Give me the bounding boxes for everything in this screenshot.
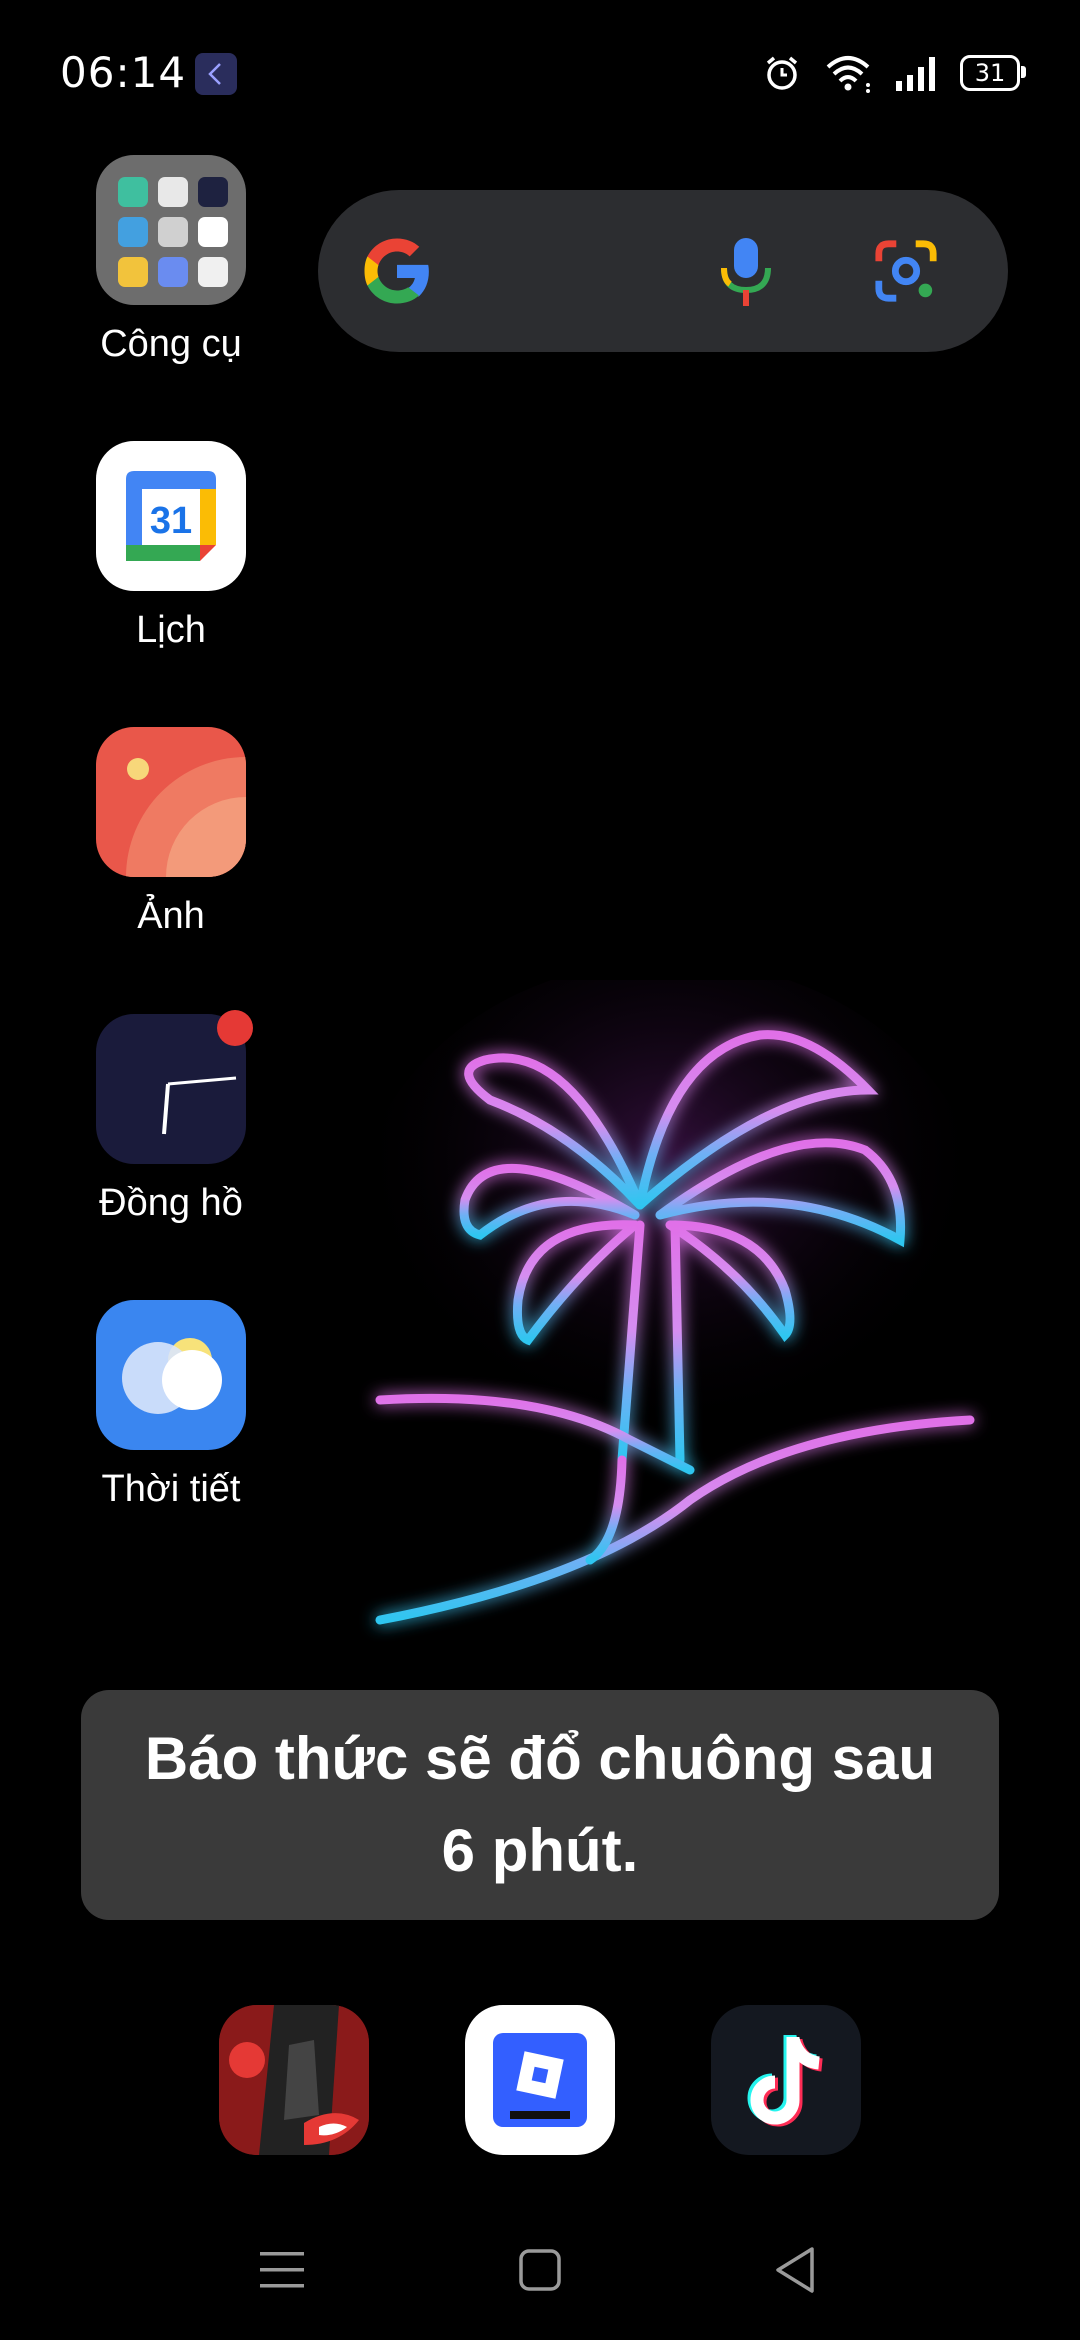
wallpaper-palm-tree	[350, 980, 990, 1625]
app-notification-icon	[195, 53, 237, 95]
alarm-toast: Báo thức sẽ đổ chuông sau 6 phút.	[81, 1690, 999, 1920]
free-fire-game-icon[interactable]	[219, 2005, 369, 2155]
app-calendar[interactable]: 31 Lịch	[61, 441, 281, 652]
app-label: Lịch	[136, 609, 206, 651]
status-icons: 31	[762, 48, 1026, 98]
microphone-icon[interactable]	[718, 234, 774, 310]
app-photos[interactable]: Ảnh	[61, 727, 281, 938]
google-lens-icon[interactable]	[873, 238, 939, 304]
calendar-icon-date: 31	[150, 500, 192, 542]
app-label: Thời tiết	[101, 1468, 241, 1510]
tiktok-icon[interactable]	[711, 2005, 861, 2155]
roblox-icon[interactable]	[465, 2005, 615, 2155]
wifi-icon	[826, 56, 870, 93]
signal-icon	[896, 57, 935, 91]
status-time: 06:14	[60, 48, 187, 97]
app-label: Công cụ	[100, 323, 242, 365]
google-search-bar[interactable]	[318, 190, 1008, 352]
app-tools-folder[interactable]: Công cụ	[61, 155, 281, 366]
app-clock[interactable]: Đồng hồ	[61, 1010, 281, 1225]
menu-recents-icon[interactable]	[242, 2230, 322, 2310]
weather-icon[interactable]	[96, 1300, 246, 1450]
calendar-icon[interactable]: 31	[96, 441, 246, 591]
app-weather[interactable]: Thời tiết	[61, 1300, 281, 1511]
google-logo-icon[interactable]	[358, 232, 436, 310]
alarm-icon	[766, 56, 798, 90]
app-label: Ảnh	[137, 895, 205, 937]
battery-icon: 31	[960, 55, 1026, 91]
tools-folder-icon[interactable]	[96, 155, 246, 305]
notification-badge	[217, 1010, 253, 1046]
home-icon[interactable]	[500, 2230, 580, 2310]
app-label: Đồng hồ	[99, 1182, 243, 1224]
back-icon[interactable]	[756, 2230, 836, 2310]
toast-message: Báo thức sẽ đổ chuông sau 6 phút.	[144, 1725, 936, 1884]
photos-icon[interactable]	[96, 727, 246, 877]
